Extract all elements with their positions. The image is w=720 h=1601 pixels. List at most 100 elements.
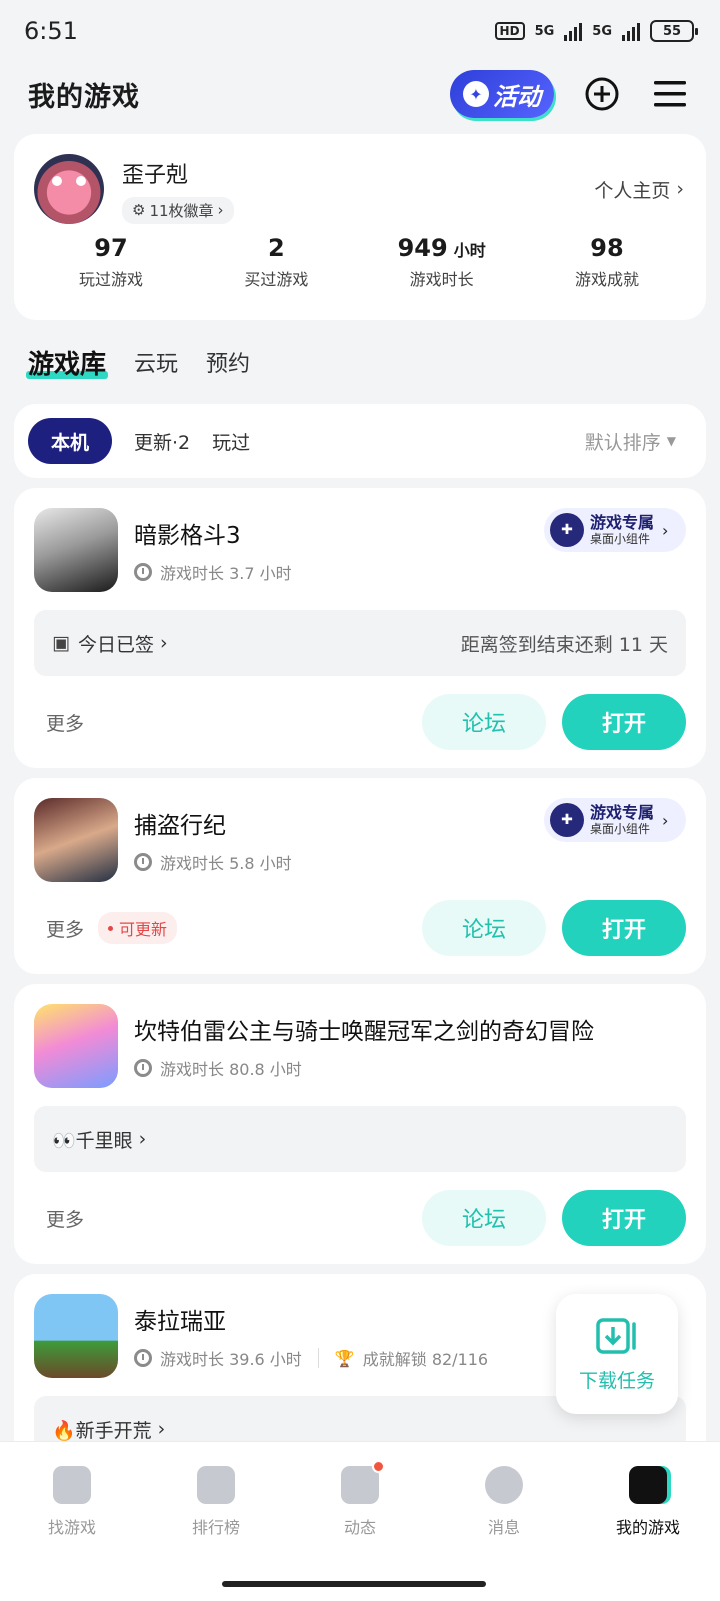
homepage-label: 个人主页 bbox=[594, 179, 671, 202]
forum-button[interactable]: 论坛 bbox=[422, 900, 546, 956]
timer-icon bbox=[134, 1059, 152, 1077]
game-playtime: 游戏时长 39.6 小时 bbox=[160, 1350, 302, 1369]
game-icon[interactable] bbox=[34, 1294, 118, 1378]
game-card: 暗影格斗3 游戏时长 3.7 小时 ✚ 游戏专属 桌面小组件 › ▣ 今日已签 ›… bbox=[14, 488, 706, 768]
stat-achievements[interactable]: 98 游戏成就 bbox=[542, 234, 672, 290]
stats-row: 97 玩过游戏 2 买过游戏 949 小时 游戏时长 98 游戏成就 bbox=[34, 234, 684, 290]
stat-value: 949 bbox=[397, 234, 448, 262]
update-badge[interactable]: 可更新 bbox=[98, 912, 178, 944]
stat-bought[interactable]: 2 买过游戏 bbox=[211, 234, 341, 290]
stat-label: 买过游戏 bbox=[244, 270, 309, 289]
trophy-icon: 🏆 bbox=[334, 1348, 355, 1368]
forum-button[interactable]: 论坛 bbox=[422, 694, 546, 750]
network-label-2: 5G bbox=[592, 23, 612, 39]
nav-find-games[interactable]: 找游戏 bbox=[0, 1466, 144, 1538]
gamepad-icon: ✚ bbox=[550, 803, 584, 837]
checkin-panel[interactable]: ▣ 今日已签 › 距离签到结束还剩 11 天 bbox=[34, 610, 686, 676]
hd-icon: HD bbox=[494, 22, 525, 40]
gamepad-icon bbox=[629, 1466, 667, 1504]
widget-title: 游戏专属 bbox=[590, 513, 655, 532]
sort-label: 默认排序 bbox=[584, 431, 661, 454]
library-tabs: 游戏库 云玩 预约 bbox=[0, 320, 720, 404]
chevron-right-icon: › bbox=[676, 178, 684, 200]
game-card: 坎特伯雷公主与骑士唤醒冠军之剑的奇幻冒险 游戏时长 80.8 小时 👀千里眼 ›… bbox=[14, 984, 706, 1264]
timer-icon bbox=[134, 853, 152, 871]
tab-cloud[interactable]: 云玩 bbox=[134, 346, 178, 378]
sort-dropdown[interactable]: 默认排序 ▼ bbox=[585, 428, 676, 455]
notification-dot bbox=[372, 1460, 385, 1473]
tab-reserve[interactable]: 预约 bbox=[206, 346, 250, 378]
filter-bar: 本机 更新·2 玩过 默认排序 ▼ bbox=[14, 404, 706, 478]
filter-played[interactable]: 玩过 bbox=[212, 428, 250, 455]
forum-button[interactable]: 论坛 bbox=[422, 1190, 546, 1246]
more-button[interactable]: 更多 bbox=[34, 709, 84, 736]
status-icons: HD 5G 5G 55 bbox=[494, 20, 698, 42]
chat-icon bbox=[485, 1466, 523, 1504]
game-name[interactable]: 坎特伯雷公主与骑士唤醒冠军之剑的奇幻冒险 bbox=[134, 1012, 686, 1046]
filter-local[interactable]: 本机 bbox=[28, 418, 112, 464]
game-card: 捕盗行纪 游戏时长 5.8 小时 ✚ 游戏专属 桌面小组件 › 更多 可更新 论坛… bbox=[14, 778, 706, 974]
chevron-right-icon: › bbox=[217, 201, 224, 219]
rankings-icon bbox=[197, 1466, 235, 1504]
game-playtime: 游戏时长 5.8 小时 bbox=[160, 854, 292, 873]
activity-label: 活动 bbox=[493, 82, 541, 111]
open-button[interactable]: 打开 bbox=[562, 694, 686, 750]
gift-icon: ✦ bbox=[463, 81, 489, 107]
guide-panel[interactable]: 👀千里眼 › bbox=[34, 1106, 686, 1172]
battery-icon: 55 bbox=[650, 20, 698, 42]
guide-label: 👀千里眼 bbox=[52, 1129, 133, 1152]
home-indicator[interactable] bbox=[222, 1581, 486, 1587]
widget-button[interactable]: ✚ 游戏专属 桌面小组件 › bbox=[544, 798, 686, 842]
stat-value: 97 bbox=[94, 234, 128, 262]
timer-icon bbox=[134, 563, 152, 581]
stat-label: 玩过游戏 bbox=[78, 270, 143, 289]
open-button[interactable]: 打开 bbox=[562, 900, 686, 956]
nav-label: 我的游戏 bbox=[615, 1518, 680, 1537]
chevron-right-icon: › bbox=[159, 632, 168, 654]
more-button[interactable]: 更多 bbox=[34, 1205, 84, 1232]
battery-level: 55 bbox=[662, 23, 682, 39]
menu-button[interactable] bbox=[650, 74, 690, 114]
nav-label: 找游戏 bbox=[47, 1518, 96, 1537]
nav-feed[interactable]: 动态 bbox=[288, 1460, 432, 1538]
find-games-icon bbox=[53, 1466, 91, 1504]
profile-card: 歪子剋 ⚙ 11枚徽章 › 个人主页 › 97 玩过游戏 2 买过游戏 949 小… bbox=[14, 134, 706, 320]
game-icon[interactable] bbox=[34, 798, 118, 882]
nav-rankings[interactable]: 排行榜 bbox=[144, 1466, 288, 1538]
activity-button[interactable]: ✦ 活动 bbox=[450, 70, 554, 118]
widget-subtitle: 桌面小组件 bbox=[590, 532, 651, 546]
game-playtime: 游戏时长 3.7 小时 bbox=[160, 564, 292, 583]
stat-value: 98 bbox=[590, 234, 624, 262]
stat-label: 游戏成就 bbox=[574, 270, 639, 289]
download-tasks-button[interactable]: 下载任务 bbox=[556, 1294, 678, 1414]
status-time: 6:51 bbox=[24, 17, 78, 45]
nav-messages[interactable]: 消息 bbox=[432, 1466, 576, 1538]
medal-icon: ⚙ bbox=[132, 201, 146, 219]
download-tasks-label: 下载任务 bbox=[578, 1369, 655, 1392]
badges-button[interactable]: ⚙ 11枚徽章 › bbox=[122, 196, 234, 224]
checkin-label: 今日已签 bbox=[77, 633, 154, 656]
stat-value: 2 bbox=[267, 234, 285, 262]
bottom-nav: 找游戏 排行榜 动态 消息 我的游戏 bbox=[0, 1441, 720, 1601]
open-button[interactable]: 打开 bbox=[562, 1190, 686, 1246]
stat-played[interactable]: 97 玩过游戏 bbox=[46, 234, 176, 290]
game-icon[interactable] bbox=[34, 508, 118, 592]
homepage-link[interactable]: 个人主页 › bbox=[594, 176, 684, 203]
more-button[interactable]: 更多 bbox=[34, 915, 84, 942]
filter-updates[interactable]: 更新·2 bbox=[134, 428, 190, 455]
chevron-right-icon: › bbox=[662, 810, 669, 830]
game-icon[interactable] bbox=[34, 1004, 118, 1088]
chevron-right-icon: › bbox=[662, 520, 669, 540]
nav-label: 消息 bbox=[487, 1518, 520, 1537]
signal-icon bbox=[564, 21, 583, 41]
stat-playtime[interactable]: 949 小时 游戏时长 bbox=[377, 234, 507, 290]
add-button[interactable] bbox=[582, 74, 622, 114]
nav-my-games[interactable]: 我的游戏 bbox=[576, 1466, 720, 1538]
stat-label: 游戏时长 bbox=[409, 270, 474, 289]
status-bar: 6:51 HD 5G 5G 55 bbox=[0, 0, 720, 62]
achievement-progress: 成就解锁 82/116 bbox=[362, 1350, 489, 1369]
widget-button[interactable]: ✚ 游戏专属 桌面小组件 › bbox=[544, 508, 686, 552]
tab-library[interactable]: 游戏库 bbox=[25, 344, 109, 381]
page-title: 我的游戏 bbox=[28, 81, 140, 113]
avatar[interactable] bbox=[34, 154, 104, 224]
